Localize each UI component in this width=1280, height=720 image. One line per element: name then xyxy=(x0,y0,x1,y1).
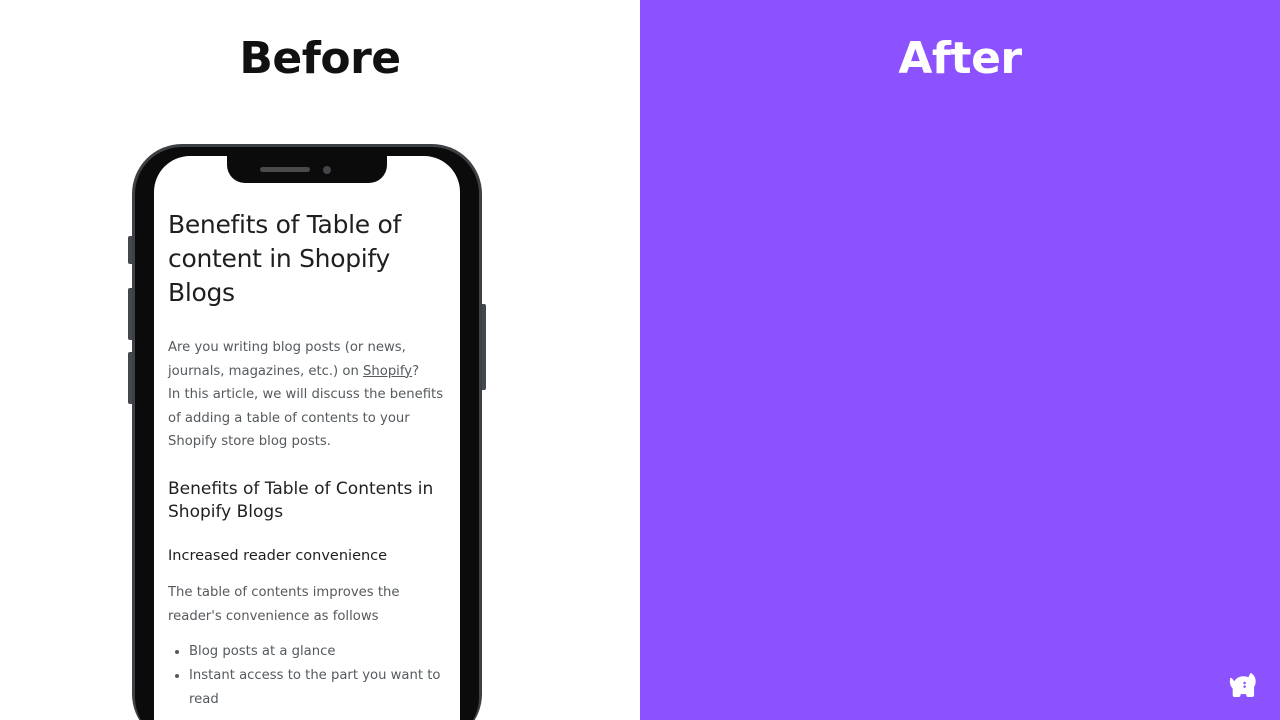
list-item: Blog posts at a glance xyxy=(172,640,446,664)
after-panel: After Benefits of Table of content in Sh… xyxy=(640,0,1280,720)
notch-before xyxy=(227,156,387,183)
article-title-before: Benefits of Table of content in Shopify … xyxy=(168,210,402,307)
before-panel: Before Benefits of Table of content in S… xyxy=(0,0,640,720)
front-camera-icon-before xyxy=(323,165,331,174)
shopify-link-before[interactable]: Shopify xyxy=(363,364,412,379)
article-intro-line-1-before: Are you writing blog posts (or news, jou… xyxy=(168,336,446,383)
article-bullet-list-before: Blog posts at a glance Instant access to… xyxy=(168,640,446,712)
speaker-grille-icon-before xyxy=(260,167,310,172)
list-item: Instant access to the part you want to r… xyxy=(172,664,446,712)
silent-switch-button-before[interactable] xyxy=(128,236,132,264)
before-panel-title: Before xyxy=(239,33,401,84)
article-heading-2-before: Benefits of Table of Contents in Shopify… xyxy=(168,478,434,522)
article-heading-3a-before: Increased reader convenience xyxy=(168,547,388,564)
comparison-stage: Before Benefits of Table of content in S… xyxy=(0,0,1280,720)
article-content-before: Benefits of Table of content in Shopify … xyxy=(154,156,460,720)
intro-text-post-before: ? xyxy=(412,363,420,379)
volume-up-button-before[interactable] xyxy=(128,288,132,340)
phone-screen-before: Benefits of Table of content in Shopify … xyxy=(154,156,460,720)
article-body-a-before: The table of contents improves the reade… xyxy=(168,585,400,624)
phone-mockup-before: Benefits of Table of content in Shopify … xyxy=(128,144,486,720)
article-intro-line-2-before: In this article, we will discuss the ben… xyxy=(168,387,444,449)
volume-down-button-before[interactable] xyxy=(128,352,132,404)
dog-head-logo-icon xyxy=(1224,666,1264,706)
power-button-before[interactable] xyxy=(482,304,486,390)
after-panel-title: After xyxy=(898,33,1022,84)
